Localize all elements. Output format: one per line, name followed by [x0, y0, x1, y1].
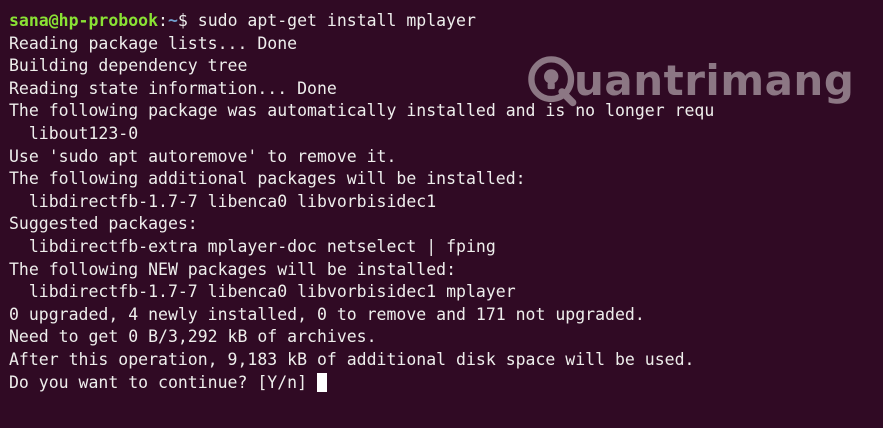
prompt-line: sana@hp-probook:~$ sudo apt-get install …: [9, 10, 883, 33]
output-line: Need to get 0 B/3,292 kB of archives.: [9, 327, 377, 347]
output-line: Reading package lists... Done: [9, 33, 298, 53]
output-line: libout123-0: [9, 123, 139, 143]
prompt-symbol: $: [177, 11, 198, 30]
terminal-window[interactable]: sana@hp-probook:~$ sudo apt-get install …: [0, 0, 883, 428]
prompt-colon: :: [158, 11, 168, 30]
output-line: The following package was automatically …: [9, 101, 715, 121]
output-line: libdirectfb-1.7-7 libenca0 libvorbisidec…: [9, 282, 516, 302]
prompt-user-host: sana@hp-probook: [9, 11, 159, 30]
output-line: Building dependency tree: [9, 56, 248, 76]
output-line: 0 upgraded, 4 newly installed, 0 to remo…: [9, 304, 645, 324]
output-line: The following NEW packages will be insta…: [9, 259, 457, 279]
text-cursor: [317, 372, 328, 392]
output-line: The following additional packages will b…: [9, 169, 526, 189]
output-line: Reading state information... Done: [9, 78, 337, 98]
terminal-screen: sana@hp-probook:~$ sudo apt-get install …: [9, 10, 883, 394]
prompt-command: sudo apt-get install mplayer: [197, 11, 476, 30]
confirm-prompt-line[interactable]: Do you want to continue? [Y/n]: [9, 372, 883, 395]
confirm-prompt-text: Do you want to continue? [Y/n]: [9, 372, 308, 392]
output-line: After this operation, 9,183 kB of additi…: [9, 349, 695, 369]
output-line: libdirectfb-1.7-7 libenca0 libvorbisidec…: [9, 191, 437, 211]
output-line: Suggested packages:: [9, 214, 198, 234]
output-line: Use 'sudo apt autoremove' to remove it.: [9, 146, 397, 166]
prompt-path: ~: [167, 11, 178, 30]
output-line: libdirectfb-extra mplayer-doc netselect …: [9, 236, 496, 256]
